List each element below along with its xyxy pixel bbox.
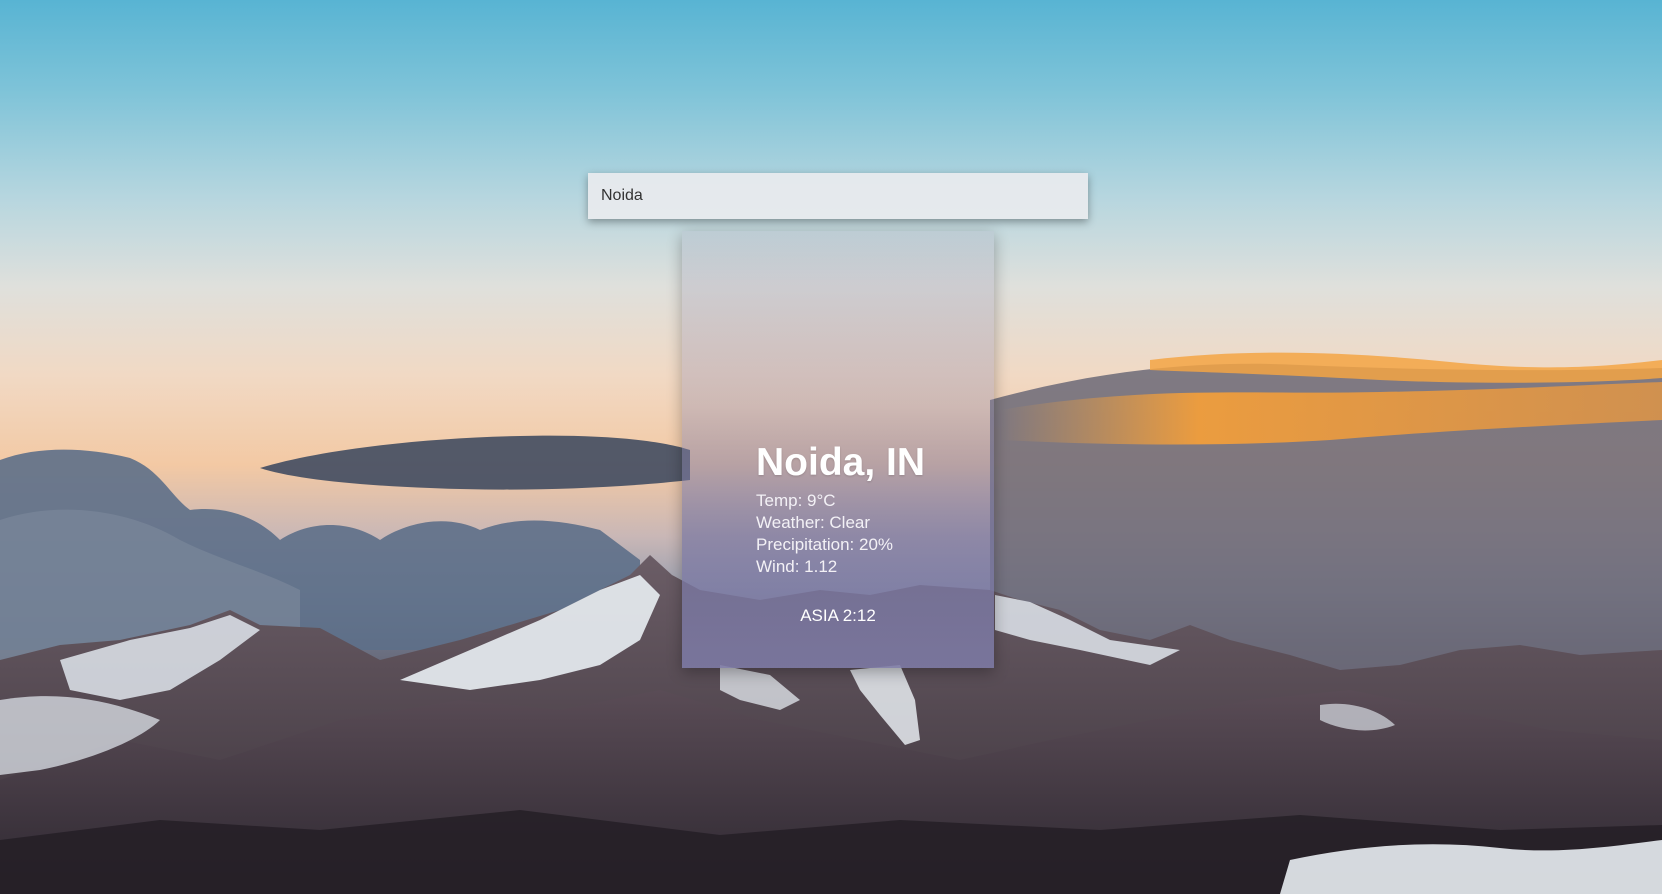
weather-card: Noida, IN Temp: 9°C Weather: Clear Preci… bbox=[682, 231, 994, 668]
wind-text: Wind: 1.12 bbox=[756, 557, 838, 576]
weather-condition-text: Weather: Clear bbox=[756, 513, 871, 532]
city-search-input[interactable] bbox=[588, 173, 1088, 219]
background-scene: Noida, IN Temp: 9°C Weather: Clear Preci… bbox=[0, 0, 1662, 894]
precipitation-text: Precipitation: 20% bbox=[756, 535, 894, 554]
weather-details: Temp: 9°C Weather: Clear Precipitation: … bbox=[756, 490, 893, 578]
city-name: Noida, IN bbox=[756, 441, 926, 484]
temperature-text: Temp: 9°C bbox=[756, 491, 836, 510]
timezone-time: ASIA 2:12 bbox=[800, 606, 876, 625]
